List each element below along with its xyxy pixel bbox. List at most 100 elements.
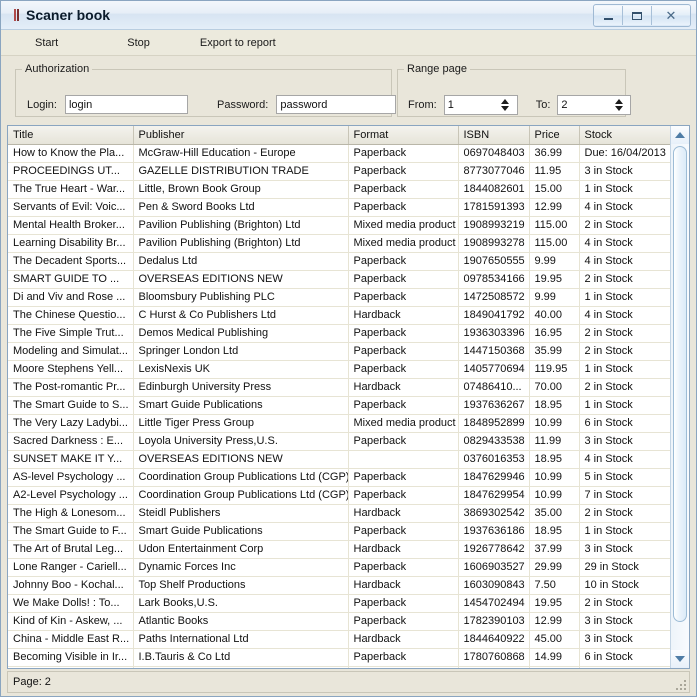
table-row[interactable]: Servants of Evil: Voic...Pen & Sword Boo… — [8, 198, 670, 216]
cell-isbn: 1844640922 — [458, 630, 529, 648]
table-row[interactable]: The Smart Guide to F...Smart Guide Publi… — [8, 522, 670, 540]
menu-item-export-to-report[interactable]: Export to report — [196, 35, 280, 51]
table-row[interactable]: The Chinese Questio...C Hurst & Co Publi… — [8, 306, 670, 324]
table-row[interactable]: The High & Lonesom...Steidl PublishersHa… — [8, 504, 670, 522]
cell-isbn: 1844082601 — [458, 180, 529, 198]
cell-title: AS-level Psychology ... — [8, 468, 133, 486]
chevron-down-icon[interactable] — [501, 106, 509, 111]
table-row[interactable]: We Make Dolls! : To...Lark Books,U.S.Pap… — [8, 594, 670, 612]
cell-isbn: 3869302542 — [458, 504, 529, 522]
table-row[interactable]: The Five Simple Trut...Demos Medical Pub… — [8, 324, 670, 342]
cell-isbn: 1937636186 — [458, 522, 529, 540]
scroll-up-icon — [675, 132, 685, 138]
table-row[interactable]: Sacred Darkness : E...Loyola University … — [8, 432, 670, 450]
column-header-format[interactable]: Format — [348, 126, 458, 144]
cell-stock: 2 in Stock — [579, 378, 670, 396]
scroll-up-button[interactable] — [671, 126, 689, 144]
cell-stock: 4 in Stock — [579, 234, 670, 252]
cell-title: Mad Dogs, Midgets a... — [8, 666, 133, 668]
table-header-row: Title Publisher Format ISBN Price Stock — [8, 126, 670, 144]
to-page-stepper-buttons[interactable] — [611, 96, 630, 114]
cell-isbn: 1847629946 — [458, 468, 529, 486]
cell-title: Modeling and Simulat... — [8, 342, 133, 360]
maximize-button[interactable] — [623, 6, 652, 25]
table-row[interactable]: SUNSET MAKE IT Y...OVERSEAS EDITIONS NEW… — [8, 450, 670, 468]
cell-price: 40.00 — [529, 306, 579, 324]
cell-isbn: 1907650555 — [458, 252, 529, 270]
cell-publisher: Pavilion Publishing (Brighton) Ltd — [133, 234, 348, 252]
cell-stock: 2 in Stock — [579, 594, 670, 612]
cell-title: Johnny Boo - Kochal... — [8, 576, 133, 594]
table-row[interactable]: Mental Health Broker...Pavilion Publishi… — [8, 216, 670, 234]
to-page-value[interactable]: 2 — [558, 96, 611, 114]
column-header-title[interactable]: Title — [8, 126, 133, 144]
table-row[interactable]: Modeling and Simulat...Springer London L… — [8, 342, 670, 360]
column-header-price[interactable]: Price — [529, 126, 579, 144]
table-row[interactable]: Di and Viv and Rose ...Bloomsbury Publis… — [8, 288, 670, 306]
cell-publisher: Pen & Sword Books Ltd — [133, 198, 348, 216]
cell-format: Hardback — [348, 630, 458, 648]
minimize-button[interactable] — [594, 6, 623, 25]
scrollbar-thumb[interactable] — [673, 146, 687, 622]
table-row[interactable]: China - Middle East R...Paths Internatio… — [8, 630, 670, 648]
table-row[interactable]: How to Know the Pla...McGraw-Hill Educat… — [8, 144, 670, 162]
column-header-stock[interactable]: Stock — [579, 126, 670, 144]
cell-price: 10.99 — [529, 468, 579, 486]
table-row[interactable]: The Post-romantic Pr...Edinburgh Univers… — [8, 378, 670, 396]
from-page-stepper-buttons[interactable] — [498, 96, 517, 114]
title-bar[interactable]: Scaner book ✕ — [1, 1, 696, 30]
cell-isbn: 0829433538 — [458, 432, 529, 450]
table-row[interactable]: PROCEEDINGS UT...GAZELLE DISTRIBUTION TR… — [8, 162, 670, 180]
cell-price: 19.95 — [529, 270, 579, 288]
table-row[interactable]: SMART GUIDE TO ...OVERSEAS EDITIONS NEWP… — [8, 270, 670, 288]
chevron-up-icon[interactable] — [615, 99, 623, 104]
resize-grip-icon[interactable] — [674, 678, 686, 690]
from-page-value[interactable]: 1 — [445, 96, 498, 114]
cell-price: 11.99 — [529, 432, 579, 450]
cell-price: 9.99 — [529, 288, 579, 306]
password-input[interactable] — [276, 95, 396, 114]
cell-title: Sacred Darkness : E... — [8, 432, 133, 450]
menu-item-stop[interactable]: Stop — [123, 35, 154, 51]
column-header-isbn[interactable]: ISBN — [458, 126, 529, 144]
table-row[interactable]: Lone Ranger - Cariell...Dynamic Forces I… — [8, 558, 670, 576]
chevron-up-icon[interactable] — [501, 99, 509, 104]
from-page-stepper[interactable]: 1 — [444, 95, 518, 115]
cell-isbn: 1405770694 — [458, 360, 529, 378]
table-row[interactable]: Becoming Visible in Ir...I.B.Tauris & Co… — [8, 648, 670, 666]
table-row[interactable]: A2-Level Psychology ...Coordination Grou… — [8, 486, 670, 504]
books-table: Title Publisher Format ISBN Price Stock … — [8, 126, 670, 668]
menu-item-start[interactable]: Start — [31, 35, 62, 51]
cell-stock: 2 in Stock — [579, 324, 670, 342]
table-row[interactable]: The Very Lazy Ladybi...Little Tiger Pres… — [8, 414, 670, 432]
cell-stock: 3 in Stock — [579, 432, 670, 450]
scroll-down-button[interactable] — [671, 650, 689, 668]
table-row[interactable]: Mad Dogs, Midgets a...ECW Press,CanadaPa… — [8, 666, 670, 668]
table-row[interactable]: Kind of Kin - Askew, ...Atlantic BooksPa… — [8, 612, 670, 630]
table-row[interactable]: AS-level Psychology ...Coordination Grou… — [8, 468, 670, 486]
cell-stock: 29 in Stock — [579, 558, 670, 576]
table-row[interactable]: Johnny Boo - Kochal...Top Shelf Producti… — [8, 576, 670, 594]
table-row[interactable]: The True Heart - War...Little, Brown Boo… — [8, 180, 670, 198]
table-row[interactable]: The Art of Brutal Leg...Udon Entertainme… — [8, 540, 670, 558]
table-row[interactable]: The Smart Guide to S...Smart Guide Publi… — [8, 396, 670, 414]
vertical-scrollbar[interactable] — [670, 126, 689, 668]
cell-format: Paperback — [348, 612, 458, 630]
cell-stock: 1 in Stock — [579, 180, 670, 198]
to-page-stepper[interactable]: 2 — [557, 95, 631, 115]
chevron-down-icon[interactable] — [615, 106, 623, 111]
range-page-legend: Range page — [404, 63, 470, 75]
cell-publisher: Pavilion Publishing (Brighton) Ltd — [133, 216, 348, 234]
table-row[interactable]: Moore Stephens Yell...LexisNexis UKPaper… — [8, 360, 670, 378]
scrollbar-track[interactable] — [671, 144, 689, 650]
cell-publisher: Loyola University Press,U.S. — [133, 432, 348, 450]
cell-stock: 1 in Stock — [579, 288, 670, 306]
column-header-publisher[interactable]: Publisher — [133, 126, 348, 144]
login-input[interactable] — [65, 95, 188, 114]
cell-isbn: 0697048403 — [458, 144, 529, 162]
table-row[interactable]: The Decadent Sports...Dedalus LtdPaperba… — [8, 252, 670, 270]
cell-title: We Make Dolls! : To... — [8, 594, 133, 612]
close-button[interactable]: ✕ — [652, 6, 690, 25]
cell-publisher: Udon Entertainment Corp — [133, 540, 348, 558]
table-row[interactable]: Learning Disability Br...Pavilion Publis… — [8, 234, 670, 252]
